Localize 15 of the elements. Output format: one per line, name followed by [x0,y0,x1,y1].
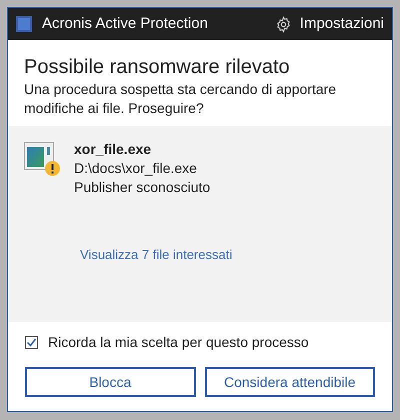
settings-button[interactable]: Impostazioni [274,12,384,36]
window-title: Acronis Active Protection [42,14,208,34]
affected-files-link[interactable]: Visualizza 7 file interessati [80,245,232,264]
alert-message: Una procedura sospetta sta cercando di apportare modifiche ai file. Proseguire? [24,80,338,118]
app-logo-icon [16,16,32,32]
trust-button[interactable]: Considera attendibile [204,367,375,397]
process-name: xor_file.exe [74,140,152,159]
process-path: D:\docs\xor_file.exe [74,159,198,178]
block-button[interactable]: Blocca [25,367,196,397]
checkmark-icon [26,337,37,348]
remember-choice-checkbox[interactable]: Ricorda la mia scelta per questo processo [25,332,309,353]
settings-icon [274,16,292,32]
publisher-text: Publisher sconosciuto [74,178,210,197]
alert-title: Possibile ransomware rilevato [24,55,291,80]
program-file-icon [24,142,54,170]
